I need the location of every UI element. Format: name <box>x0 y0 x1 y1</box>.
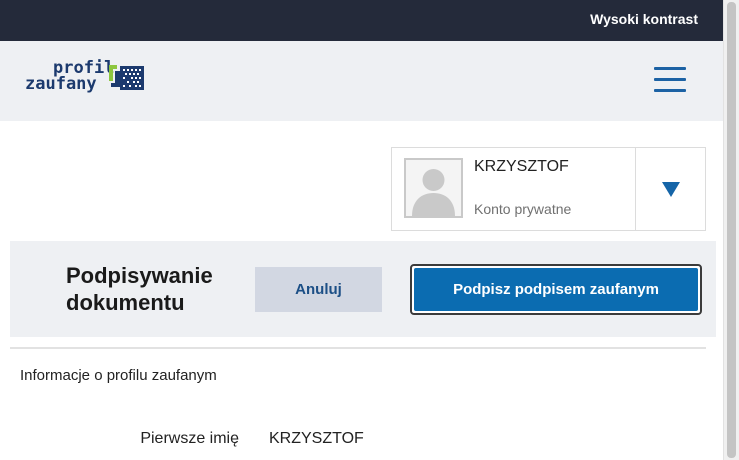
triangle-down-icon <box>662 182 680 197</box>
scrollbar-thumb[interactable] <box>727 2 736 458</box>
logo-wordmark: profil zaufany <box>25 58 115 94</box>
user-menu-toggle[interactable] <box>635 148 706 230</box>
profil-zaufany-logo[interactable]: profil zaufany <box>25 60 150 100</box>
menu-hamburger-icon[interactable] <box>654 67 686 95</box>
sign-button-label: Podpisz podpisem zaufanym <box>414 268 698 311</box>
account-type-label: Konto prywatne <box>474 201 572 217</box>
sign-trusted-signature-button[interactable]: Podpisz podpisem zaufanym <box>410 264 702 315</box>
user-name: KRZYSZTOF <box>474 158 569 175</box>
profile-info-heading: Informacje o profilu zaufanym <box>20 367 217 384</box>
section-divider <box>10 347 706 349</box>
high-contrast-link[interactable]: Wysoki kontrast <box>590 11 698 27</box>
cancel-button[interactable]: Anuluj <box>255 267 382 312</box>
avatar-placeholder-icon <box>404 158 463 218</box>
first-name-value: KRZYSZTOF <box>269 430 364 447</box>
first-name-label: Pierwsze imię <box>140 430 239 447</box>
logo-emblem-icon <box>109 65 144 90</box>
site-header: profil zaufany <box>0 41 723 121</box>
page-title: Podpisywanie dokumentu <box>66 263 213 315</box>
action-bar: Podpisywanie dokumentu Anuluj Podpisz po… <box>10 241 716 337</box>
user-account-box: KRZYSZTOF Konto prywatne <box>391 147 706 231</box>
top-bar: Wysoki kontrast <box>0 0 723 41</box>
vertical-scrollbar[interactable] <box>723 0 739 460</box>
